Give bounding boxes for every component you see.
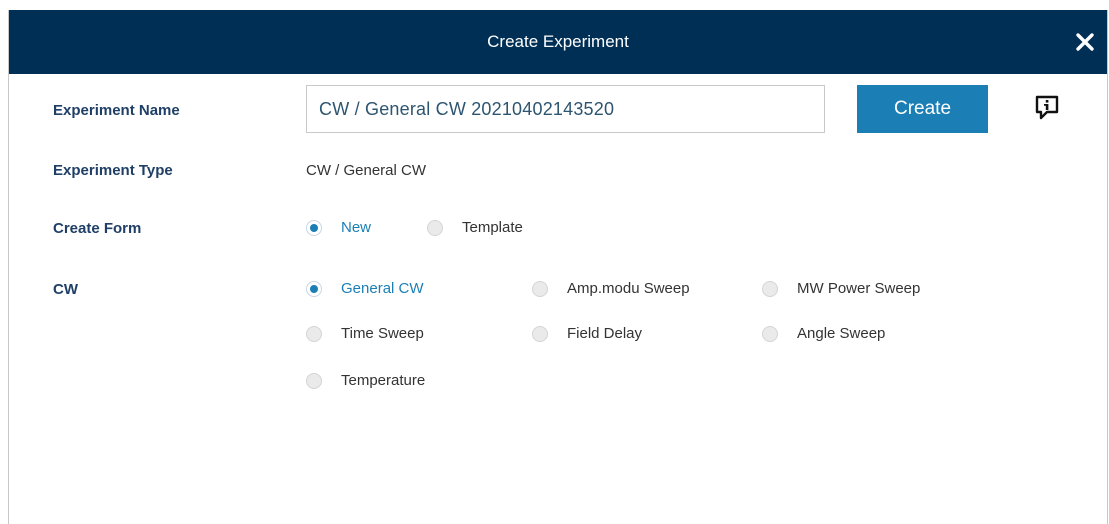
radio-label: Amp.modu Sweep: [567, 280, 690, 297]
experiment-name-input[interactable]: [306, 85, 825, 133]
experiment-type-value: CW / General CW: [306, 162, 427, 179]
experiment-name-label: Experiment Name: [53, 102, 180, 119]
radio-button[interactable]: [306, 219, 322, 236]
radio-label: Template: [462, 219, 523, 236]
radio-mw-power-sweep[interactable]: MW Power Sweep: [762, 280, 920, 297]
radio-button[interactable]: [306, 372, 322, 389]
radio-label: Time Sweep: [341, 325, 424, 342]
radio-button[interactable]: [306, 280, 322, 297]
cw-label: CW: [53, 281, 78, 298]
create-experiment-dialog: Create Experiment Experiment Name Create…: [8, 10, 1108, 524]
experiment-type-label: Experiment Type: [53, 162, 173, 179]
radio-new[interactable]: New: [306, 219, 371, 236]
radio-label: Temperature: [341, 372, 426, 389]
radio-label: General CW: [341, 280, 424, 297]
radio-time-sweep[interactable]: Time Sweep: [306, 325, 424, 342]
radio-button[interactable]: [762, 280, 778, 297]
radio-label: Angle Sweep: [797, 325, 886, 342]
dialog-title: Create Experiment: [487, 32, 629, 51]
radio-amp-modu-sweep[interactable]: Amp.modu Sweep: [532, 280, 690, 297]
create-button[interactable]: Create: [857, 85, 988, 133]
radio-label: MW Power Sweep: [797, 280, 921, 297]
radio-general-cw[interactable]: General CW: [306, 280, 424, 297]
radio-temperature[interactable]: Temperature: [306, 372, 425, 389]
radio-label: New: [341, 219, 372, 236]
info-comment-icon[interactable]: [1034, 94, 1060, 122]
radio-field-delay[interactable]: Field Delay: [532, 325, 642, 342]
radio-button[interactable]: [762, 325, 778, 342]
radio-button[interactable]: [532, 325, 548, 342]
radio-button[interactable]: [427, 219, 443, 236]
close-icon[interactable]: [1072, 29, 1098, 55]
radio-angle-sweep[interactable]: Angle Sweep: [762, 325, 885, 342]
radio-button[interactable]: [306, 325, 322, 342]
radio-label: Field Delay: [567, 325, 643, 342]
radio-button[interactable]: [532, 280, 548, 297]
radio-template[interactable]: Template: [427, 219, 523, 236]
dialog-header: Create Experiment: [9, 10, 1107, 74]
create-form-label: Create Form: [53, 220, 142, 237]
